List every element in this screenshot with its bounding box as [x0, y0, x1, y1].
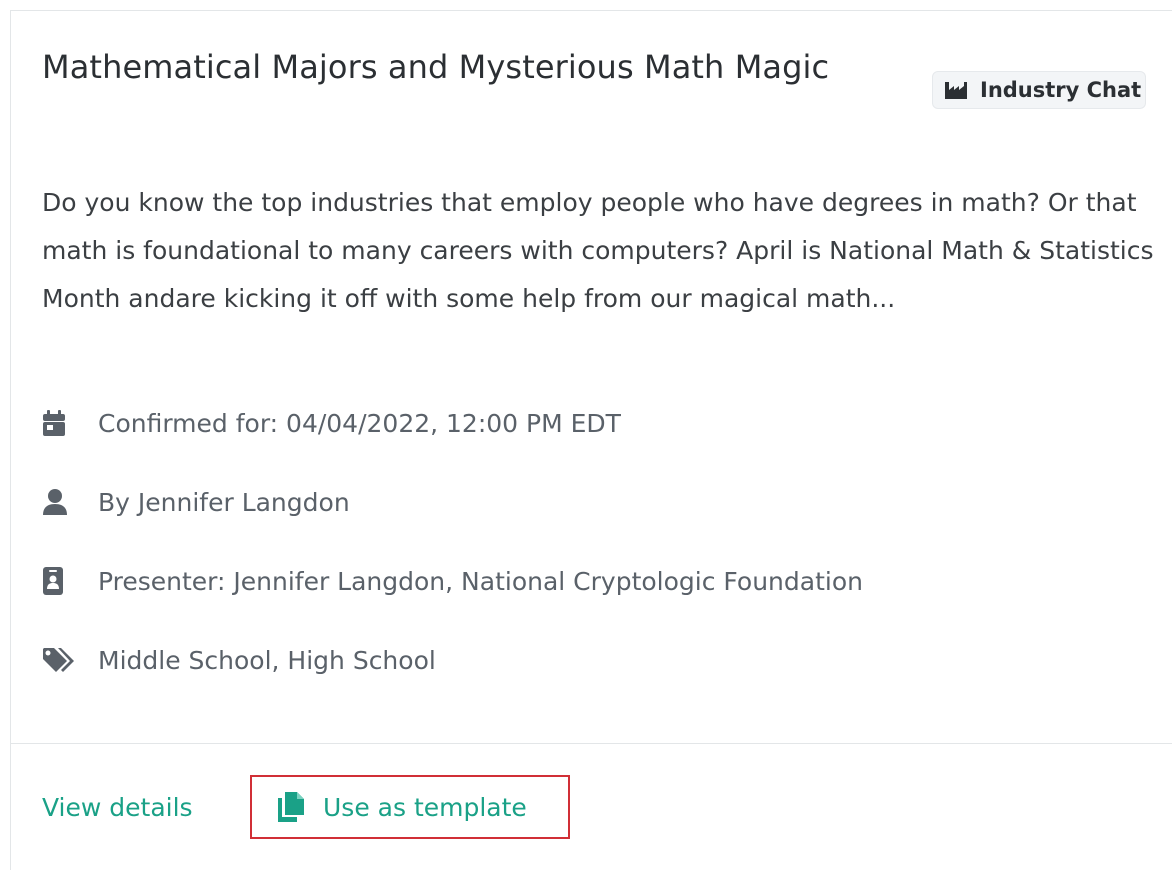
industry-icon: [945, 82, 967, 99]
id-badge-icon: [42, 565, 82, 597]
author-text: By Jennifer Langdon: [98, 487, 350, 517]
tags-text: Middle School, High School: [98, 645, 436, 675]
copy-icon: [277, 791, 307, 823]
tags-icon: [42, 644, 82, 676]
meta-presenter: Presenter: Jennifer Langdon, National Cr…: [42, 561, 863, 601]
card-title: Mathematical Majors and Mysterious Math …: [42, 48, 830, 86]
date-text: Confirmed for: 04/04/2022, 12:00 PM EDT: [98, 408, 621, 438]
meta-date: Confirmed for: 04/04/2022, 12:00 PM EDT: [42, 403, 621, 443]
event-card: Mathematical Majors and Mysterious Math …: [10, 10, 1172, 870]
use-as-template-button[interactable]: Use as template: [250, 775, 570, 839]
category-badge: Industry Chat: [932, 71, 1146, 109]
card-description: Do you know the top industries that empl…: [42, 188, 1154, 313]
user-icon: [42, 486, 82, 518]
calendar-icon: [42, 407, 82, 439]
meta-author: By Jennifer Langdon: [42, 482, 350, 522]
card-divider: [11, 743, 1172, 744]
badge-label: Industry Chat: [980, 78, 1142, 102]
view-details-link[interactable]: View details: [42, 791, 193, 825]
use-as-template-label: Use as template: [323, 792, 527, 822]
presenter-text: Presenter: Jennifer Langdon, National Cr…: [98, 566, 863, 596]
meta-tags: Middle School, High School: [42, 640, 436, 680]
